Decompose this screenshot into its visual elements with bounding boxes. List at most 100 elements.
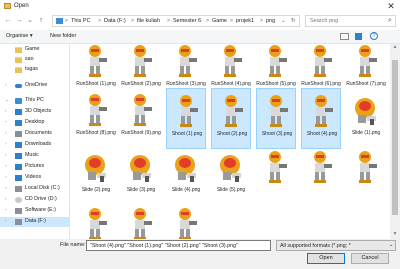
image-thumbnail [134,45,152,77]
file-item[interactable]: RunShoot (8).png [76,88,116,149]
file-item[interactable] [301,145,341,206]
breadcrumb-file-kuliah[interactable]: file kuliah [137,18,160,24]
expand-arrow-icon[interactable]: › [5,218,7,223]
file-item[interactable]: RunShoot (9).png [121,88,161,149]
recent-locations-button[interactable]: ⌄ [25,16,35,26]
file-item[interactable]: Slide (5).png [211,145,251,206]
nav-item-videos[interactable]: › Videos [0,173,70,183]
breadcrumb-semester-6[interactable]: Semester 6 [173,18,201,24]
expand-arrow-icon[interactable]: › [5,130,7,135]
file-item[interactable] [346,145,386,206]
drive-icon [15,208,22,214]
view-options-icon[interactable] [340,33,349,40]
breadcrumb-data-f[interactable]: Data (F:) [104,18,126,24]
organise-button[interactable]: Organise ▾ [6,33,33,39]
address-bar[interactable]: > This PC > Data (F:) > file kuliah > Se… [52,15,300,27]
expand-arrow-icon[interactable]: › [5,207,7,212]
search-input[interactable]: Search png ⌕ [305,15,396,27]
file-name-value: "Shoot (4).png" "Shoot (1).png" "Shoot (… [90,243,238,249]
file-item[interactable]: Shoot (1).png [166,88,206,149]
expand-arrow-icon[interactable]: › [5,163,7,168]
breadcrumb-projek1[interactable]: projek1 [236,18,254,24]
breadcrumb-png[interactable]: png [266,18,275,24]
expand-arrow-icon[interactable]: › [5,119,7,124]
file-item[interactable] [76,202,116,239]
expand-arrow-icon[interactable]: › [5,174,7,179]
image-thumbnail [224,45,242,77]
nav-item-desktop[interactable]: › Desktop [0,118,70,128]
file-type-value: All supported formats (*.png; * [280,243,351,249]
image-thumbnail [270,95,288,127]
nav-item-label: This PC [25,97,44,103]
expand-arrow-icon[interactable]: › [5,141,7,146]
cancel-button[interactable]: Cancel [351,253,389,264]
refresh-icon[interactable]: ↻ [291,18,296,24]
nav-item-label: Downloads [25,141,52,147]
file-item[interactable] [256,145,296,206]
file-item[interactable]: Slide (1).png [346,88,386,149]
image-thumbnail [180,95,198,127]
pictures-icon [15,164,22,170]
expand-arrow-icon[interactable]: › [5,152,7,157]
cube-icon [15,109,22,115]
image-thumbnail [89,45,107,77]
nav-item-local-disk-c[interactable]: › Local Disk (C:) [0,184,70,194]
file-item[interactable]: Shoot (2).png [211,88,251,149]
nav-item-3d-objects[interactable]: › 3D Objects [0,107,70,117]
expand-arrow-icon[interactable]: › [5,108,7,113]
computer-icon [56,18,63,24]
file-item[interactable] [121,202,161,239]
nav-item-documents[interactable]: › Documents [0,129,70,139]
folder-icon [15,57,22,63]
expand-arrow-icon[interactable]: › [5,185,7,190]
nav-item-tugas[interactable]: tugas [0,65,70,75]
file-item[interactable]: Slide (3).png [121,145,161,206]
file-name: RunShoot (1).png [76,81,116,87]
nav-item-cd-drive-d[interactable]: › CD Drive (D:) [0,195,70,205]
expand-arrow-icon[interactable]: › [5,82,7,87]
nav-item-onedrive[interactable]: › OneDrive [0,81,70,91]
breadcrumb-game[interactable]: Game [212,18,227,24]
nav-item-this-pc[interactable]: ⌄ This PC [0,96,70,106]
file-item[interactable]: Slide (2).png [76,145,116,206]
forward-button[interactable]: → [14,16,24,26]
address-dropdown-button[interactable]: ⌄ [281,18,286,24]
window-title: Open [14,3,29,9]
file-item[interactable]: Slide (4).png [166,145,206,206]
image-thumbnail [359,151,377,183]
preview-pane-icon[interactable] [355,33,362,40]
scroll-down-arrow-icon[interactable]: ▼ [390,231,400,239]
drive-icon [15,219,22,225]
file-name: RunShoot (7).png [346,81,386,87]
file-item[interactable]: Shoot (3).png [256,88,296,149]
nav-item-music[interactable]: › Music [0,151,70,161]
scroll-up-arrow-icon[interactable]: ▲ [390,44,400,52]
collapse-arrow-icon[interactable]: ⌄ [5,97,9,103]
help-icon[interactable]: ? [370,32,378,40]
back-button[interactable]: ← [3,16,13,26]
image-thumbnail [175,155,196,182]
file-item[interactable]: Shoot (4).png [301,88,341,149]
file-list: RunShoot (1).png RunShoot (2).png RunShoot… [72,44,390,239]
nav-item-data-f[interactable]: › Data (F:) [0,217,70,227]
open-button[interactable]: Open [307,253,345,264]
folder-icon [15,67,22,73]
file-item[interactable] [166,202,206,239]
up-button[interactable]: ↑ [36,16,46,26]
nav-item-pictures[interactable]: › Pictures [0,162,70,172]
file-type-dropdown[interactable]: All supported formats (*.png; * ⌄ [276,240,396,251]
music-icon [15,153,22,159]
breadcrumb-this-pc[interactable]: This PC [71,18,91,24]
file-name: Shoot (2).png [216,131,248,137]
scrollbar-thumb[interactable] [392,60,398,215]
nav-item-game[interactable]: Game [0,45,70,55]
close-button[interactable]: ✕ [384,1,398,12]
image-thumbnail [134,94,152,126]
nav-item-sao[interactable]: sao [0,55,70,65]
nav-item-software-e[interactable]: › Software (E:) [0,206,70,216]
expand-arrow-icon[interactable]: › [5,196,7,201]
breadcrumb-separator: > [260,18,263,24]
nav-item-downloads[interactable]: › Downloads [0,140,70,150]
new-folder-button[interactable]: New folder [50,33,76,39]
file-name-input[interactable]: "Shoot (4).png" "Shoot (1).png" "Shoot (… [86,240,271,251]
